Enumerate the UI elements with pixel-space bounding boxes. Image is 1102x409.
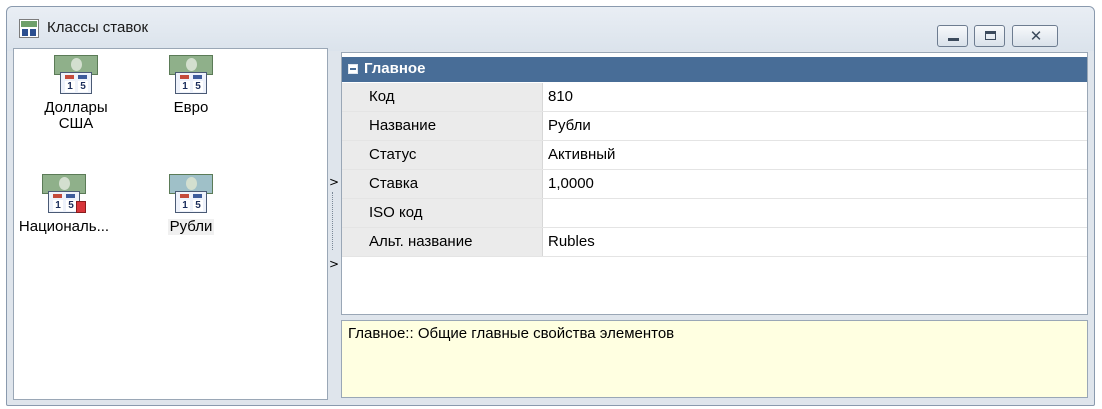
section-title: Главное: [364, 60, 426, 77]
description-text: Главное:: Общие главные свойства элемент…: [348, 325, 675, 342]
property-key: Альт. название: [342, 228, 543, 256]
close-button[interactable]: ✕: [1012, 25, 1058, 47]
property-row[interactable]: Название Рубли: [342, 112, 1087, 141]
list-item[interactable]: 15 Националь...: [14, 174, 114, 235]
property-row[interactable]: Ставка 1,0000: [342, 170, 1087, 199]
property-value[interactable]: [544, 199, 1087, 227]
description-panel: Главное:: Общие главные свойства элемент…: [341, 320, 1088, 398]
maximize-icon: [985, 31, 996, 40]
splitter-grip[interactable]: [332, 192, 335, 250]
app-icon-bill: [21, 21, 37, 27]
property-key: Ставка: [342, 170, 543, 198]
list-item-label: Доллары США: [44, 99, 108, 132]
property-key: ISO код: [342, 199, 543, 227]
property-row[interactable]: Статус Активный: [342, 141, 1087, 170]
property-key: Название: [342, 112, 543, 140]
property-value[interactable]: 810: [544, 83, 1087, 111]
maximize-button[interactable]: [974, 25, 1005, 47]
collapse-icon[interactable]: [348, 64, 358, 74]
app-icon-cell: [22, 29, 28, 36]
window-title: Классы ставок: [47, 19, 149, 36]
property-key: Статус: [342, 141, 543, 169]
app-icon: [19, 19, 39, 38]
property-value[interactable]: Rubles: [544, 228, 1087, 256]
property-row[interactable]: Альт. название Rubles: [342, 228, 1087, 257]
property-value[interactable]: 1,0000: [544, 170, 1087, 198]
list-item[interactable]: 15 Евро: [149, 55, 233, 116]
title-bar[interactable]: Классы ставок ✕: [7, 7, 1094, 51]
property-row[interactable]: Код 810: [342, 83, 1087, 112]
rate-class-list[interactable]: 15 Доллары США 15 Евро 15 Националь... 1…: [13, 48, 328, 400]
warning-icon: [76, 201, 86, 213]
expand-arrow-icon[interactable]: >: [329, 176, 339, 188]
property-value[interactable]: Активный: [544, 141, 1087, 169]
currency-class-icon: 15: [169, 174, 213, 213]
section-header[interactable]: Главное: [342, 57, 1087, 82]
currency-class-icon: 15: [169, 55, 213, 94]
property-key: Код: [342, 83, 543, 111]
currency-class-icon: 15: [54, 55, 98, 94]
list-item-label: Националь...: [18, 218, 110, 235]
minimize-button[interactable]: [937, 25, 968, 47]
minimize-icon: [948, 38, 959, 41]
property-row[interactable]: ISO код: [342, 199, 1087, 228]
property-value[interactable]: Рубли: [544, 112, 1087, 140]
expand-arrow-icon[interactable]: >: [329, 258, 339, 270]
app-icon-cell: [30, 29, 36, 36]
list-item-label: Рубли: [167, 218, 215, 235]
splitter[interactable]: > >: [329, 170, 339, 276]
currency-class-icon: 15: [42, 174, 86, 213]
list-item[interactable]: 15 Доллары США: [34, 55, 118, 132]
close-icon: ✕: [1029, 27, 1043, 45]
property-grid[interactable]: Главное Код 810 Название Рубли Статус Ак…: [341, 52, 1088, 315]
list-item-label: Евро: [173, 99, 209, 116]
list-item-selected[interactable]: 15 Рубли: [149, 174, 233, 235]
